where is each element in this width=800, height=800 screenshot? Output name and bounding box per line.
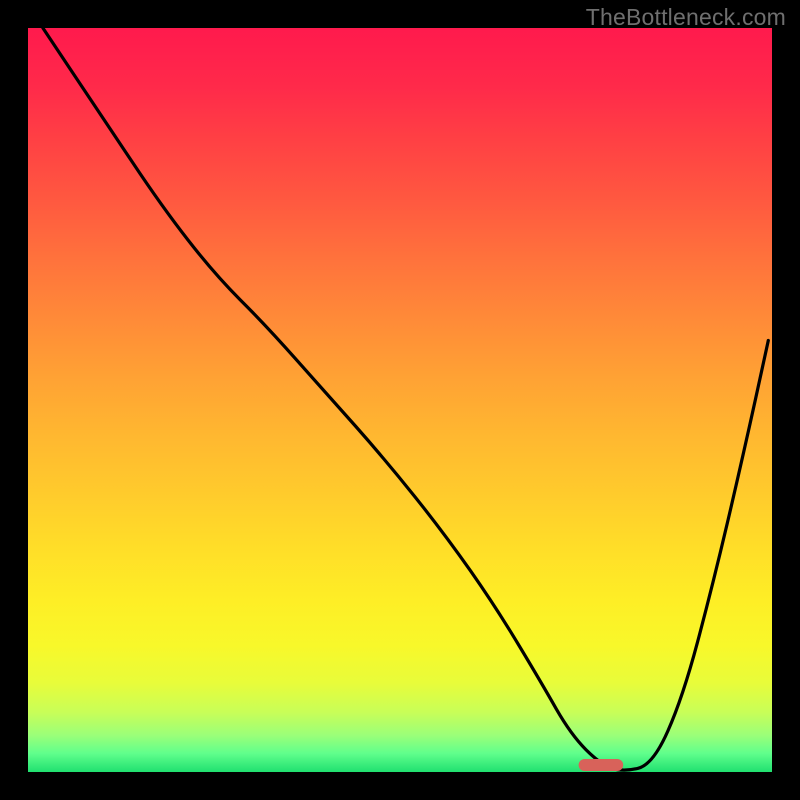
- optimal-range-marker: [579, 759, 624, 771]
- chart-container: TheBottleneck.com: [0, 0, 800, 800]
- plot-area: [28, 28, 772, 772]
- curve-layer: [28, 28, 772, 772]
- watermark-text: TheBottleneck.com: [586, 4, 786, 31]
- bottleneck-curve-line: [43, 28, 768, 770]
